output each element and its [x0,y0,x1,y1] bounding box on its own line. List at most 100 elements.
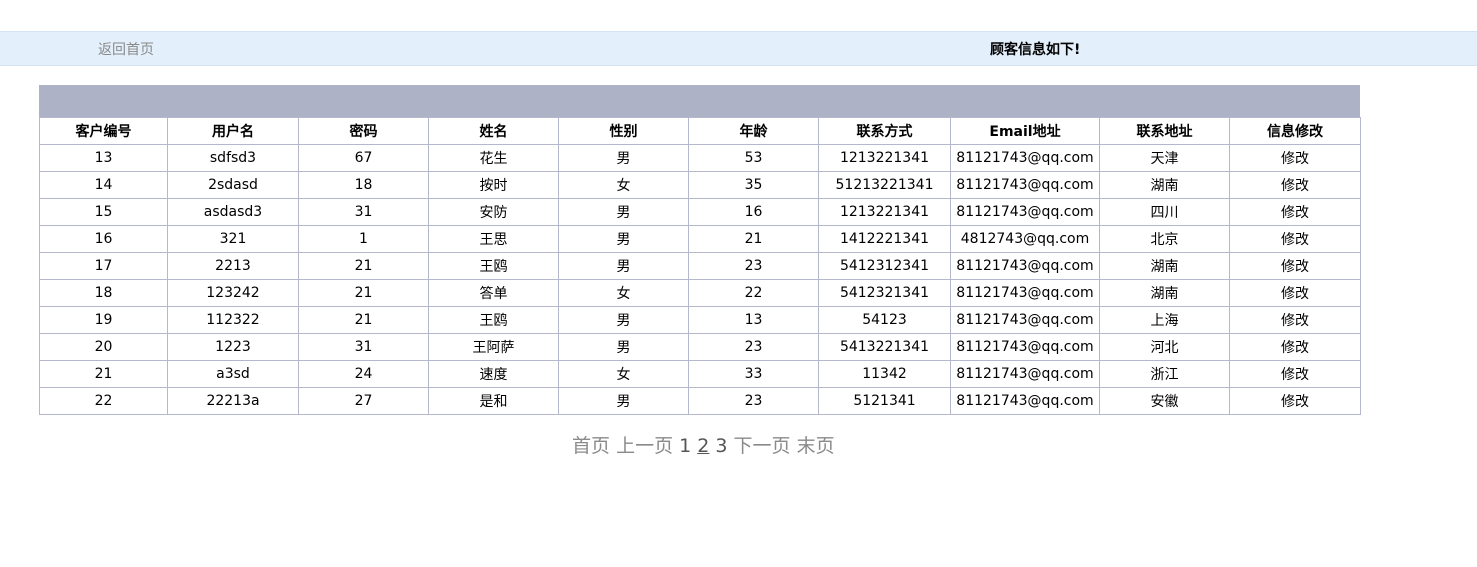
customer-id-cell: 16 [39,225,168,253]
password-cell: 24 [298,360,429,388]
password-cell: 27 [298,387,429,415]
gender-cell: 男 [558,252,689,280]
column-header: 性别 [558,117,689,145]
email-cell: 81121743@qq.com [950,144,1100,172]
username-cell: 2sdasd [167,171,299,199]
edit-link[interactable]: 修改 [1281,178,1309,194]
name-cell: 答单 [428,279,559,307]
phone-cell: 11342 [818,360,951,388]
password-cell: 1 [298,225,429,253]
email-cell: 81121743@qq.com [950,279,1100,307]
phone-cell: 5413221341 [818,333,951,361]
customer-id-cell: 14 [39,171,168,199]
age-cell: 35 [688,171,819,199]
back-home-link[interactable]: 返回首页 [98,39,154,59]
username-cell: 1223 [167,333,299,361]
table-row: 17 2213 21 王鸥男 23 5412312341 81121743@qq.com 湖南… [39,252,1361,280]
username-cell: 112322 [167,306,299,334]
gender-cell: 男 [558,198,689,226]
pager-page-2[interactable]: 2 [697,435,709,457]
address-cell: 湖南 [1099,171,1230,199]
password-cell: 31 [298,333,429,361]
edit-cell: 修改 [1229,387,1361,415]
edit-link[interactable]: 修改 [1281,151,1309,167]
email-cell: 81121743@qq.com [950,306,1100,334]
pager-last-link[interactable]: 末页 [797,435,835,457]
column-header: Email地址 [950,117,1100,145]
username-cell: 22213a [167,387,299,415]
customer-id-cell: 22 [39,387,168,415]
username-cell: asdasd3 [167,198,299,226]
address-cell: 浙江 [1099,360,1230,388]
password-cell: 67 [298,144,429,172]
column-header: 联系地址 [1099,117,1230,145]
edit-link[interactable]: 修改 [1281,313,1309,329]
age-cell: 13 [688,306,819,334]
phone-cell: 5412321341 [818,279,951,307]
edit-link[interactable]: 修改 [1281,286,1309,302]
pager-page-3[interactable]: 3 [715,435,727,457]
address-cell: 天津 [1099,144,1230,172]
customer-id-cell: 21 [39,360,168,388]
gender-cell: 男 [558,225,689,253]
gender-cell: 男 [558,333,689,361]
edit-link[interactable]: 修改 [1281,367,1309,383]
password-cell: 21 [298,279,429,307]
customer-id-cell: 15 [39,198,168,226]
name-cell: 按时 [428,171,559,199]
name-cell: 王鸥 [428,252,559,280]
customer-id-cell: 20 [39,333,168,361]
gender-cell: 男 [558,306,689,334]
edit-link[interactable]: 修改 [1281,232,1309,248]
edit-link[interactable]: 修改 [1281,340,1309,356]
address-cell: 安徽 [1099,387,1230,415]
gender-cell: 女 [558,360,689,388]
column-header: 用户名 [167,117,299,145]
column-header: 年龄 [688,117,819,145]
table-header-row: 客户编号 用户名 密码 姓名 性别 年龄 联系方式 Email地址 联系地址 信息修改 [39,117,1361,145]
email-cell: 81121743@qq.com [950,198,1100,226]
edit-cell: 修改 [1229,306,1361,334]
edit-cell: 修改 [1229,252,1361,280]
table-row: 16 321 1 王思男 21 1412221341 4812743@qq.com 北京 修改 [39,225,1361,253]
gender-cell: 男 [558,387,689,415]
customer-id-cell: 17 [39,252,168,280]
pager-first-link[interactable]: 首页 [572,435,610,457]
edit-cell: 修改 [1229,171,1361,199]
edit-link[interactable]: 修改 [1281,259,1309,275]
column-header: 密码 [298,117,429,145]
age-cell: 23 [688,333,819,361]
table-row: 21 a3sd 24 速度女 33 11342 81121743@qq.com 浙江 修改 [39,360,1361,388]
address-cell: 河北 [1099,333,1230,361]
table-row: 18 123242 21 答单女 22 5412321341 81121743@qq.com… [39,279,1361,307]
pager-page-1[interactable]: 1 [679,435,691,457]
pagination: 首页 上一页 1 2 3 下一页 末页 [572,431,835,458]
column-header: 姓名 [428,117,559,145]
email-cell: 81121743@qq.com [950,171,1100,199]
edit-link[interactable]: 修改 [1281,205,1309,221]
customer-table: 客户编号 用户名 密码 姓名 性别 年龄 联系方式 Email地址 联系地址 信息修改 13 sdf… [39,117,1361,415]
phone-cell: 5412312341 [818,252,951,280]
age-cell: 16 [688,198,819,226]
customer-id-cell: 18 [39,279,168,307]
phone-cell: 54123 [818,306,951,334]
pager-prev-link[interactable]: 上一页 [616,435,673,457]
table-row: 15 asdasd3 31 安防男 16 1213221341 81121743@qq.co… [39,198,1361,226]
gender-cell: 女 [558,279,689,307]
password-cell: 21 [298,306,429,334]
username-cell: sdfsd3 [167,144,299,172]
table-row: 14 2sdasd 18 按时女 35 51213221341 81121743@qq.co… [39,171,1361,199]
email-cell: 81121743@qq.com [950,387,1100,415]
edit-cell: 修改 [1229,333,1361,361]
address-cell: 北京 [1099,225,1230,253]
table-header-band [39,85,1360,117]
username-cell: 321 [167,225,299,253]
email-cell: 81121743@qq.com [950,333,1100,361]
phone-cell: 51213221341 [818,171,951,199]
age-cell: 22 [688,279,819,307]
password-cell: 21 [298,252,429,280]
edit-link[interactable]: 修改 [1281,394,1309,410]
customer-id-cell: 19 [39,306,168,334]
pager-next-link[interactable]: 下一页 [734,435,791,457]
phone-cell: 1213221341 [818,144,951,172]
